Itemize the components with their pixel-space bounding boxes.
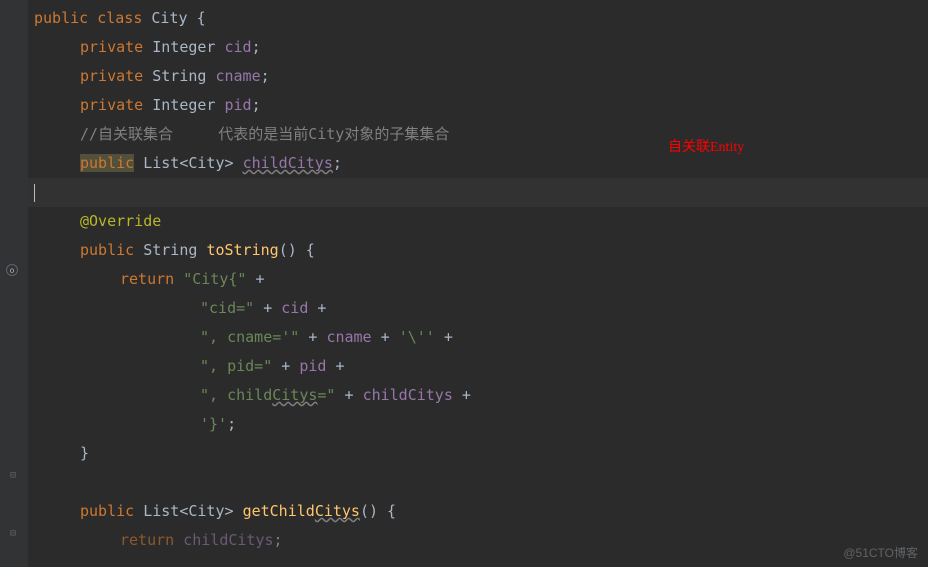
code-line: public List<City> childCitys; xyxy=(28,149,928,178)
code-line: private Integer cid; xyxy=(28,33,928,62)
code-line: ", childCitys=" + childCitys + xyxy=(28,381,928,410)
code-line: } xyxy=(28,439,928,468)
annotation-note: 自关联Entity xyxy=(668,136,744,156)
watermark: @51CTO博客 xyxy=(843,544,918,561)
code-line: //自关联集合 代表的是当前City对象的子集集合 xyxy=(28,120,928,149)
code-line: return childCitys; xyxy=(28,526,928,555)
code-line: private String cname; xyxy=(28,62,928,91)
collapse-icon[interactable]: ⊟ xyxy=(6,526,20,540)
text-caret xyxy=(34,184,35,202)
code-line: public List<City> getChildCitys() { xyxy=(28,497,928,526)
code-line: '}'; xyxy=(28,410,928,439)
code-line: private Integer pid; xyxy=(28,91,928,120)
code-line: "cid=" + cid + xyxy=(28,294,928,323)
override-gutter-icon[interactable]: o xyxy=(6,264,18,276)
code-line: public String toString() { xyxy=(28,236,928,265)
code-line: @Override xyxy=(28,207,928,236)
code-line-current xyxy=(28,178,928,207)
collapse-icon[interactable]: ⊟ xyxy=(6,468,20,482)
code-line xyxy=(28,468,928,497)
gutter: o ⊟ ⊟ xyxy=(0,0,28,567)
code-line: ", cname='" + cname + '\'' + xyxy=(28,323,928,352)
code-line: public class City { xyxy=(28,4,928,33)
code-area[interactable]: public class City { private Integer cid;… xyxy=(28,0,928,567)
code-line: return "City{" + xyxy=(28,265,928,294)
code-line: ", pid=" + pid + xyxy=(28,352,928,381)
code-editor[interactable]: o ⊟ ⊟ public class City { private Intege… xyxy=(0,0,928,567)
